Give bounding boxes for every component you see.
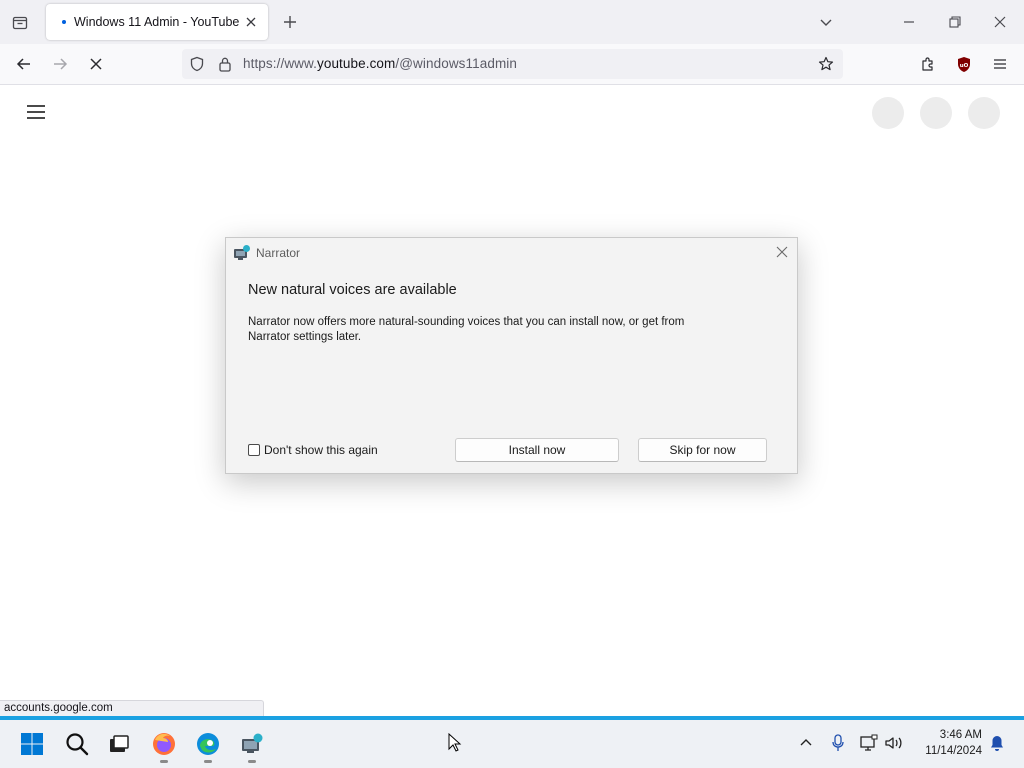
close-window-icon[interactable] [986,8,1014,36]
mouse-cursor-icon [448,732,462,756]
clock-date[interactable]: 11/14/2024 [918,745,982,757]
notification-bell-icon[interactable] [986,732,1008,754]
bookmark-star-icon[interactable] [812,50,840,78]
placeholder-circle-1 [872,97,904,129]
back-arrow-icon[interactable] [10,50,38,78]
url-host: youtube.com [316,56,396,71]
volume-icon[interactable] [883,732,905,754]
checkbox-box[interactable] [248,444,260,456]
search-icon[interactable] [61,728,93,760]
dialog-titlebar[interactable]: Narrator [226,238,797,268]
network-icon[interactable] [858,732,880,754]
url-prefix: https://www. [243,56,317,71]
browser-tab-strip: Windows 11 Admin - YouTube [0,0,1024,44]
edge-running-indicator [204,760,212,763]
narrator-dialog: Narrator New natural voices are availabl… [225,237,798,474]
minimize-icon[interactable] [895,8,923,36]
tab-loading-icon [62,20,66,24]
extensions-puzzle-icon[interactable] [914,50,942,78]
narrator-app-icon [233,244,251,265]
link-status-bar: accounts.google.com [0,700,264,716]
windows-start-icon[interactable] [16,728,48,760]
install-now-button[interactable]: Install now [455,438,619,462]
edge-icon[interactable] [192,728,224,763]
dialog-body-text: Narrator now offers more natural-soundin… [248,316,685,343]
browser-nav-bar: https://www.youtube.com/@windows11admin … [0,44,1024,85]
youtube-guide-menu-icon[interactable] [22,98,50,126]
dialog-heading: New natural voices are available [248,282,457,298]
address-bar[interactable]: https://www.youtube.com/@windows11admin [182,49,843,79]
checkbox-label: Don't show this again [264,443,378,457]
show-hidden-icons-chevron-icon[interactable] [795,732,817,754]
tab-overflow-chevron-icon[interactable] [812,8,840,36]
tracking-protection-shield-icon[interactable] [183,50,211,78]
url-text[interactable]: https://www.youtube.com/@windows11admin [243,56,517,71]
microphone-icon[interactable] [827,732,849,754]
dialog-close-icon[interactable] [776,246,788,261]
svg-text:uO: uO [960,63,969,69]
placeholder-circle-2 [920,97,952,129]
dont-show-again-checkbox[interactable]: Don't show this again [248,443,378,457]
stop-loading-icon[interactable] [82,50,110,78]
lock-icon[interactable] [211,50,239,78]
forward-arrow-icon[interactable] [46,50,74,78]
clock-time[interactable]: 3:46 AM [918,729,982,741]
hamburger-menu-icon[interactable] [986,50,1014,78]
task-view-icon[interactable] [103,728,135,760]
firefox-running-indicator [160,760,168,763]
placeholder-circle-3 [968,97,1000,129]
dialog-title: Narrator [256,246,301,260]
ublock-origin-icon[interactable]: uO [950,50,978,78]
url-path: /@windows11admin [395,56,518,71]
tab-title: Windows 11 Admin - YouTube [74,15,240,29]
skip-for-now-button[interactable]: Skip for now [638,438,767,462]
tab-close-icon[interactable] [242,13,260,31]
firefox-icon[interactable] [148,728,180,763]
tab-list-icon[interactable] [6,8,34,36]
narrator-taskbar-icon[interactable] [236,728,268,763]
narrator-running-indicator [248,760,256,763]
restore-icon[interactable] [941,8,969,36]
windows-taskbar: 3:46 AM 11/14/2024 [0,720,1024,768]
browser-tab-active[interactable]: Windows 11 Admin - YouTube [46,4,268,40]
new-tab-icon[interactable] [276,8,304,36]
